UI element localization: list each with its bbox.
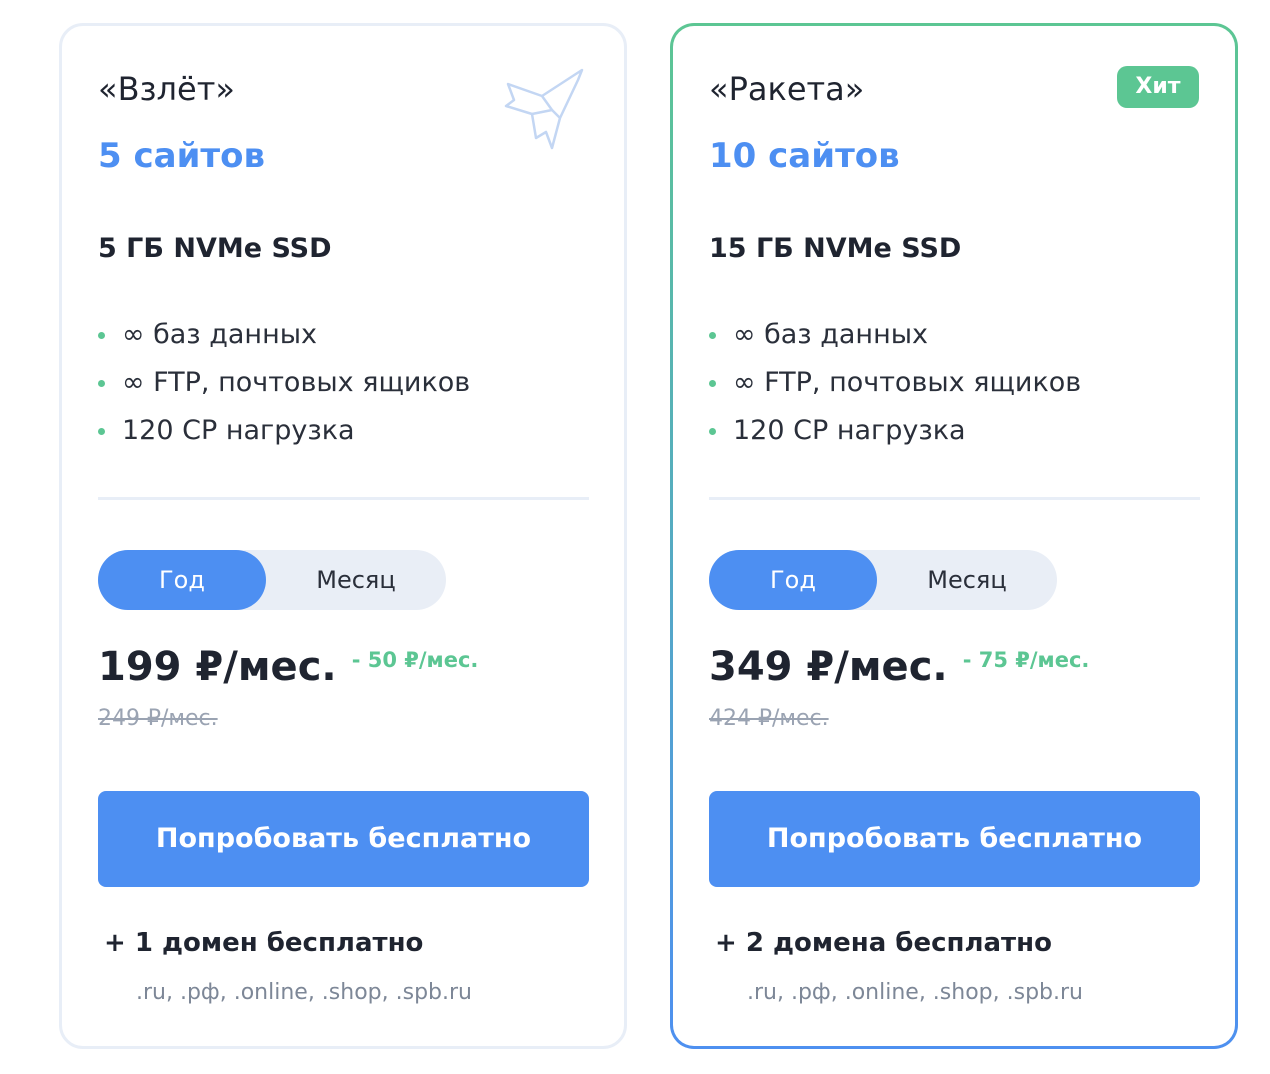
feature-label: 120 CP нагрузка: [122, 415, 355, 446]
billing-period-toggle: Год Месяц: [98, 550, 446, 610]
bullet-dot-icon: [709, 380, 716, 387]
divider: [98, 497, 589, 500]
toggle-month[interactable]: Месяц: [266, 550, 446, 610]
plan-name: «Взлёт»: [98, 70, 235, 108]
feature-label: 120 CP нагрузка: [733, 415, 966, 446]
bullet-dot-icon: [709, 428, 716, 435]
price-row: 349 ₽/мес. - 75 ₽/мес.: [709, 644, 1089, 690]
feature-label: ∞ баз данных: [122, 319, 318, 350]
old-price: 424 ₽/мес.: [709, 706, 829, 731]
price: 349 ₽/мес.: [709, 644, 948, 690]
bullet-dot-icon: [709, 332, 716, 339]
feature-item: 120 CP нагрузка: [709, 411, 1081, 459]
toggle-month[interactable]: Месяц: [877, 550, 1057, 610]
toggle-year[interactable]: Год: [98, 550, 266, 610]
plan-sites: 10 сайтов: [709, 136, 900, 176]
toggle-year[interactable]: Год: [709, 550, 877, 610]
domain-zones: .ru, .рф, .online, .shop, .spb.ru: [747, 980, 1083, 1005]
discount: - 75 ₽/мес.: [962, 648, 1090, 672]
billing-period-toggle: Год Месяц: [709, 550, 1057, 610]
divider: [709, 497, 1200, 500]
feature-item: ∞ баз данных: [98, 315, 470, 363]
old-price: 249 ₽/мес.: [98, 706, 218, 731]
plan-storage: 5 ГБ NVMe SSD: [98, 233, 332, 264]
plan-card-vzlet: «Взлёт» 5 сайтов 5 ГБ NVMe SSD ∞ баз дан…: [59, 23, 627, 1049]
plan-card-raketa: «Ракета» Хит 10 сайтов 15 ГБ NVMe SSD ∞ …: [670, 23, 1238, 1049]
free-domain: + 2 домена бесплатно: [715, 928, 1052, 958]
feature-list: ∞ баз данных ∞ FTP, почтовых ящиков 120 …: [709, 315, 1081, 459]
feature-item: ∞ баз данных: [709, 315, 1081, 363]
price-row: 199 ₽/мес. - 50 ₽/мес.: [98, 644, 478, 690]
feature-label: ∞ FTP, почтовых ящиков: [122, 367, 471, 398]
feature-item: ∞ FTP, почтовых ящиков: [709, 363, 1081, 411]
hit-badge: Хит: [1117, 66, 1199, 108]
plan-name: «Ракета»: [709, 70, 865, 108]
domain-zones: .ru, .рф, .online, .shop, .spb.ru: [136, 980, 472, 1005]
try-free-button[interactable]: Попробовать бесплатно: [709, 791, 1200, 887]
free-domain: + 1 домен бесплатно: [104, 928, 424, 958]
price: 199 ₽/мес.: [98, 644, 337, 690]
feature-item: ∞ FTP, почтовых ящиков: [98, 363, 470, 411]
bullet-dot-icon: [98, 428, 105, 435]
feature-item: 120 CP нагрузка: [98, 411, 470, 459]
plan-storage: 15 ГБ NVMe SSD: [709, 233, 962, 264]
plan-sites: 5 сайтов: [98, 136, 265, 176]
bullet-dot-icon: [98, 332, 105, 339]
feature-label: ∞ FTP, почтовых ящиков: [733, 367, 1082, 398]
discount: - 50 ₽/мес.: [351, 648, 479, 672]
bullet-dot-icon: [98, 380, 105, 387]
plane-icon: [504, 68, 584, 150]
feature-label: ∞ баз данных: [733, 319, 929, 350]
feature-list: ∞ баз данных ∞ FTP, почтовых ящиков 120 …: [98, 315, 470, 459]
try-free-button[interactable]: Попробовать бесплатно: [98, 791, 589, 887]
